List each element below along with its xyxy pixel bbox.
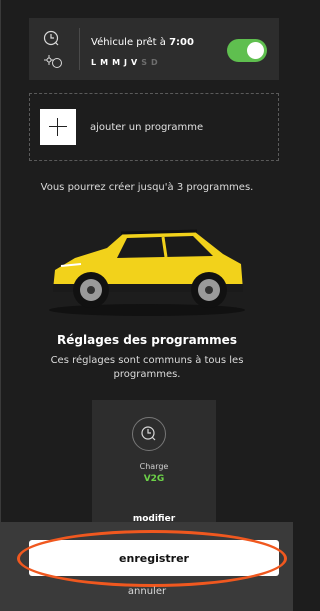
days-list: LMMJVSD bbox=[91, 58, 162, 67]
charge-mode-value: V2G bbox=[143, 474, 165, 484]
day-monday: L bbox=[91, 58, 98, 67]
charge-label: Charge bbox=[139, 462, 169, 471]
bottom-action-bar: enregistrer annuler bbox=[1, 522, 293, 611]
cancel-button[interactable]: annuler bbox=[1, 586, 293, 597]
ready-time: 7:00 bbox=[169, 37, 194, 48]
day-saturday: S bbox=[141, 58, 148, 67]
add-program-label: ajouter un programme bbox=[90, 122, 204, 133]
clock-charge-icon bbox=[43, 30, 59, 46]
day-friday: V bbox=[131, 58, 139, 67]
add-program-button[interactable]: ajouter un programme bbox=[29, 93, 279, 161]
plus-icon bbox=[40, 109, 76, 145]
car-image bbox=[49, 229, 245, 316]
settings-subtitle: Ces réglages sont communs à tous les pro… bbox=[50, 355, 244, 380]
charge-setting-card: Charge V2G modifier bbox=[92, 400, 216, 530]
day-sunday: D bbox=[151, 58, 159, 67]
charge-clock-icon bbox=[132, 417, 166, 451]
day-wednesday: M bbox=[112, 58, 122, 67]
card-divider bbox=[79, 28, 80, 70]
ready-prefix: Véhicule prêt à bbox=[91, 37, 166, 48]
day-tuesday: M bbox=[100, 58, 110, 67]
climate-fan-icon bbox=[44, 55, 62, 68]
day-thursday: J bbox=[124, 58, 129, 67]
program-card[interactable]: Véhicule prêt à 7:00 LMMJVSD bbox=[29, 18, 279, 80]
program-limit-text: Vous pourrez créer jusqu'à 3 programmes. bbox=[40, 182, 254, 193]
program-icons bbox=[43, 30, 65, 70]
screen: Véhicule prêt à 7:00 LMMJVSD ajouter un … bbox=[0, 0, 293, 611]
ready-time-text: Véhicule prêt à 7:00 bbox=[91, 37, 194, 48]
program-toggle[interactable] bbox=[227, 39, 267, 62]
toggle-knob bbox=[247, 42, 264, 59]
save-button[interactable]: enregistrer bbox=[29, 540, 279, 576]
settings-title: Réglages des programmes bbox=[57, 333, 237, 347]
